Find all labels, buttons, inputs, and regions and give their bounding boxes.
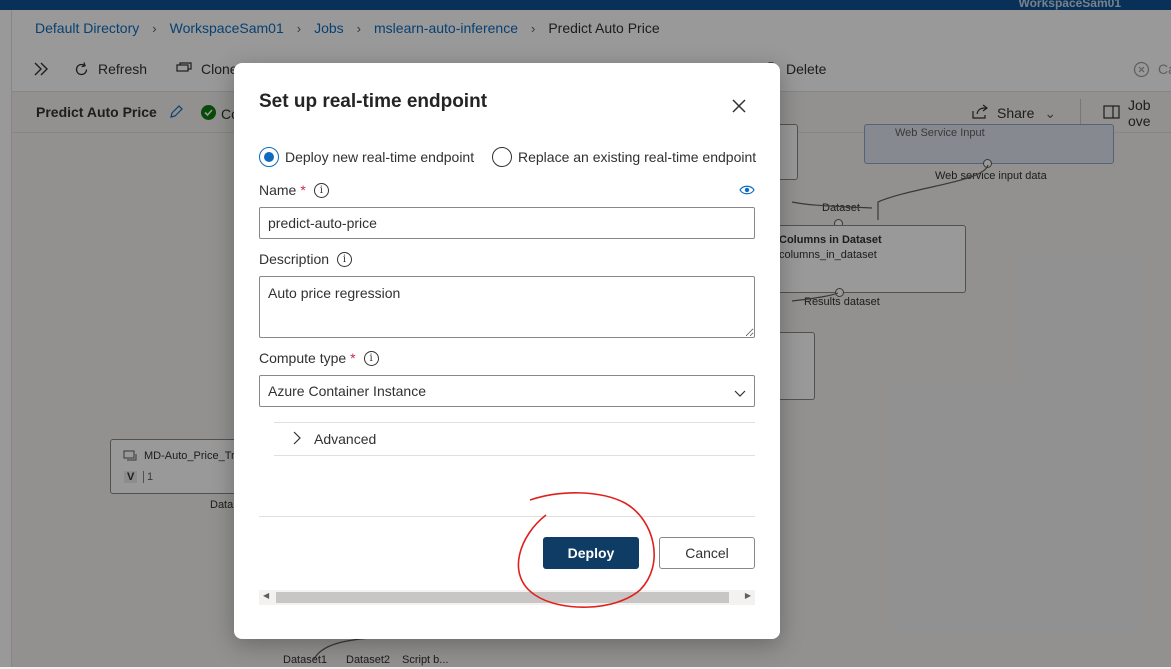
close-icon[interactable] [728, 95, 750, 117]
required-marker: * [300, 182, 306, 198]
scroll-left-icon[interactable]: ◀ [263, 591, 269, 600]
scroll-right-icon[interactable]: ▶ [745, 591, 751, 600]
compute-type-dropdown[interactable]: Azure Container Instance [259, 375, 755, 407]
advanced-expander[interactable]: Advanced [274, 422, 755, 456]
chevron-right-icon [292, 431, 302, 448]
radio-deploy-new[interactable]: Deploy new real-time endpoint [259, 147, 474, 167]
cancel-button[interactable]: Cancel [659, 537, 755, 569]
radio-replace-existing[interactable]: Replace an existing real-time endpoint [492, 147, 756, 167]
footer-divider [259, 516, 755, 517]
chevron-down-icon [734, 385, 746, 401]
description-label: Description i [259, 251, 353, 267]
horizontal-scrollbar[interactable]: ◀ ▶ [259, 590, 755, 605]
compute-type-label-text: Compute type [259, 350, 347, 366]
radio-button-checked[interactable] [259, 147, 279, 167]
advanced-label: Advanced [314, 431, 377, 447]
eye-icon[interactable] [739, 183, 755, 199]
name-label-text: Name [259, 182, 297, 198]
description-label-text: Description [259, 251, 330, 267]
info-icon[interactable]: i [313, 182, 329, 198]
name-input[interactable] [259, 207, 755, 239]
required-marker: * [350, 350, 356, 366]
dialog-title: Set up real-time endpoint [259, 91, 488, 112]
name-label: Name * i [259, 182, 329, 198]
radio-button-unchecked[interactable] [492, 147, 512, 167]
radio-label: Replace an existing real-time endpoint [518, 149, 757, 165]
deploy-button[interactable]: Deploy [543, 537, 639, 569]
info-icon[interactable]: i [363, 350, 379, 366]
compute-type-value: Azure Container Instance [268, 383, 426, 399]
setup-endpoint-dialog: Set up real-time endpoint Deploy new rea… [234, 63, 780, 639]
description-textarea[interactable]: Auto price regression [259, 276, 755, 338]
radio-label: Deploy new real-time endpoint [285, 149, 475, 165]
compute-type-label: Compute type * i [259, 350, 379, 366]
scrollbar-thumb[interactable] [276, 592, 729, 603]
info-icon[interactable]: i [337, 251, 353, 267]
